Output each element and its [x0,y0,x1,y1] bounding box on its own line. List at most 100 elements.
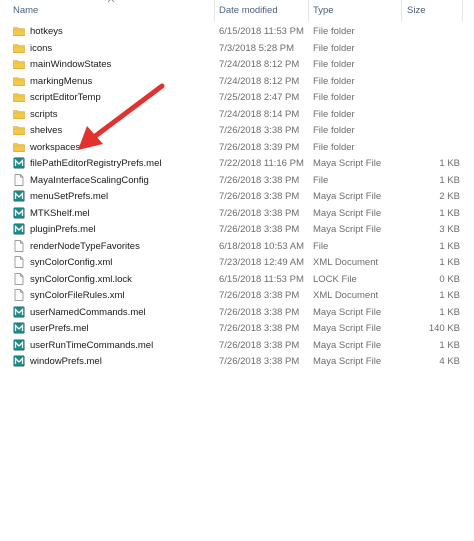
file-type: File folder [313,141,355,153]
folder-icon [13,108,25,120]
maya-script-icon [13,207,25,219]
file-type: Maya Script File [313,356,382,367]
file-date-modified: 7/3/2018 5:28 PM [219,42,294,54]
file-date-modified: 7/26/2018 3:38 PM [219,191,300,202]
file-size: 140 KB [428,323,460,334]
file-date-modified: 7/26/2018 3:38 PM [219,224,300,235]
file-type: Maya Script File [313,207,382,219]
file-date-modified: 6/15/2018 11:53 PM [219,26,304,37]
file-size: 3 KB [439,224,460,235]
file-name: shelves [30,125,63,136]
column-divider[interactable] [214,0,215,22]
file-row[interactable]: mainWindowStates 7/24/2018 8:12 PM File fo… [0,56,474,73]
column-divider[interactable] [462,0,463,22]
file-row[interactable]: synColorFileRules.xml 7/26/2018 3:38 PM XM… [0,287,474,304]
file-name: filePathEditorRegistryPrefs.mel [30,158,162,169]
file-icon [13,173,25,186]
file-type: Maya Script File [313,323,382,334]
file-icon [13,289,25,301]
file-date-modified: 7/26/2018 3:38 PM [219,339,300,351]
column-header-date-modified[interactable]: Date modified [219,5,278,17]
file-date-modified: 7/25/2018 2:47 PM [219,92,300,103]
file-type: File folder [313,59,355,70]
file-row[interactable]: MayaInterfaceScalingConfig 7/26/2018 3:38… [0,172,474,189]
file-date-modified: 7/26/2018 3:38 PM [219,207,300,219]
column-header-name[interactable]: Name [13,5,38,17]
folder-icon [13,42,25,54]
file-row[interactable]: userPrefs.mel 7/26/2018 3:38 PM Maya Scrip… [0,320,474,337]
file-row[interactable]: menuSetPrefs.mel 7/26/2018 3:38 PM Maya Sc… [0,188,474,205]
file-name: userPrefs.mel [30,323,89,334]
folder-icon [13,25,25,37]
file-size: 1 KB [439,290,460,301]
maya-script-icon [13,339,25,351]
file-type: Maya Script File [313,306,382,318]
file-type: Maya Script File [313,158,382,169]
file-size: 1 KB [439,257,460,268]
file-size: 1 KB [439,158,460,169]
file-type: XML Document [313,257,379,268]
file-type: File folder [313,125,355,136]
file-size: 1 KB [439,207,460,219]
file-row[interactable]: userNamedCommands.mel 7/26/2018 3:38 PM Ma… [0,304,474,321]
file-row[interactable]: renderNodeTypeFavorites 6/18/2018 10:53 A… [0,238,474,255]
column-header-type[interactable]: Type [313,5,334,17]
maya-script-icon [13,223,25,235]
file-row[interactable]: icons 7/3/2018 5:28 PM File folder [0,40,474,57]
file-icon [13,239,25,252]
file-date-modified: 7/23/2018 12:49 AM [219,257,305,268]
file-row[interactable]: synColorConfig.xml 7/23/2018 12:49 AM XML … [0,254,474,271]
folder-icon [13,75,25,87]
file-row[interactable]: hotkeys 6/15/2018 11:53 PM File folder [0,23,474,40]
file-size: 1 KB [439,174,460,186]
file-size: 1 KB [439,306,460,318]
maya-script-icon [13,306,25,318]
file-type: File [313,240,329,252]
file-size: 1 KB [439,339,460,351]
file-name: synColorConfig.xml [30,257,113,268]
file-date-modified: 7/26/2018 3:38 PM [219,356,300,367]
column-divider[interactable] [308,0,309,22]
file-row[interactable]: synColorConfig.xml.lock 6/15/2018 11:53 P… [0,271,474,288]
file-date-modified: 7/24/2018 8:12 PM [219,75,300,87]
file-name: synColorConfig.xml.lock [30,273,132,285]
column-header-size[interactable]: Size [407,5,425,17]
file-date-modified: 7/26/2018 3:38 PM [219,323,300,334]
file-date-modified: 7/24/2018 8:14 PM [219,108,300,120]
file-type: Maya Script File [313,339,382,351]
file-name: synColorFileRules.xml [30,290,125,301]
file-size: 1 KB [439,240,460,252]
file-icon [13,272,25,285]
maya-script-icon [13,355,25,367]
file-row[interactable]: MTKShelf.mel 7/26/2018 3:38 PM Maya Script… [0,205,474,222]
file-date-modified: 7/22/2018 11:16 PM [219,158,304,169]
file-name: userNamedCommands.mel [30,306,146,318]
file-date-modified: 7/26/2018 3:38 PM [219,306,300,318]
column-header: Name Date modified Type Size [0,0,474,22]
file-size: 2 KB [439,191,460,202]
maya-script-icon [13,190,25,202]
file-name: mainWindowStates [30,59,112,70]
file-row[interactable]: userRunTimeCommands.mel 7/26/2018 3:38 PM… [0,337,474,354]
file-type: LOCK File [313,273,357,285]
file-type: File folder [313,75,355,87]
annotation-arrow [78,83,165,150]
file-date-modified: 7/26/2018 3:38 PM [219,174,300,186]
file-name: icons [30,42,53,54]
sort-ascending-icon [108,0,114,2]
file-name: MTKShelf.mel [30,207,90,219]
file-row[interactable]: pluginPrefs.mel 7/26/2018 3:38 PM Maya Scr… [0,221,474,238]
file-date-modified: 6/15/2018 11:53 PM [219,273,304,285]
column-divider[interactable] [401,0,402,22]
file-date-modified: 6/18/2018 10:53 AM [219,240,305,252]
file-date-modified: 7/26/2018 3:39 PM [219,141,300,153]
file-row[interactable]: windowPrefs.mel 7/26/2018 3:38 PM Maya Scr… [0,353,474,370]
file-date-modified: 7/24/2018 8:12 PM [219,59,300,70]
folder-icon [13,91,25,103]
file-name: pluginPrefs.mel [30,224,96,235]
file-date-modified: 7/26/2018 3:38 PM [219,290,300,301]
file-type: File folder [313,42,355,54]
file-type: Maya Script File [313,224,382,235]
maya-script-icon [13,322,25,334]
file-icon [13,256,25,268]
